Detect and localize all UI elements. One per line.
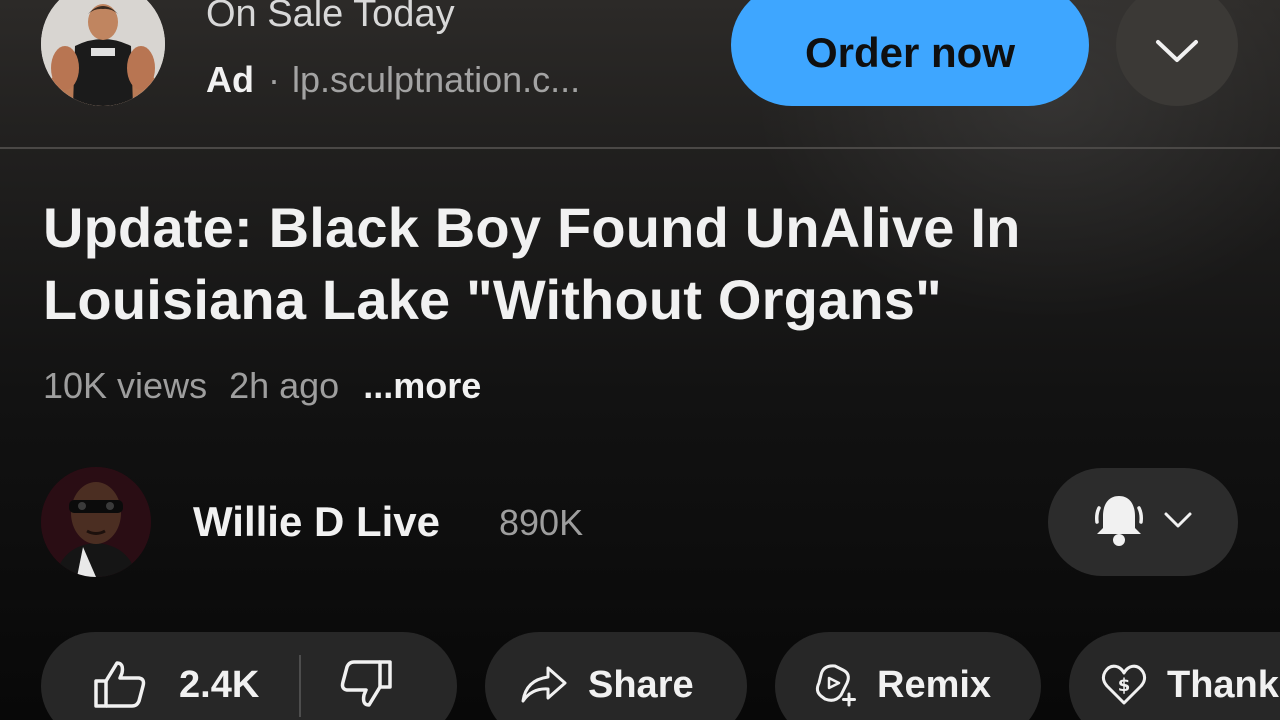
- bell-icon: [1093, 492, 1145, 553]
- share-button[interactable]: Share: [485, 632, 747, 720]
- heart-dollar-icon: $: [1101, 662, 1147, 711]
- dislike-button[interactable]: [339, 632, 393, 720]
- ad-meta: Ad · lp.sculptnation.c...: [206, 56, 580, 104]
- ad-advertiser-avatar[interactable]: [41, 0, 165, 106]
- order-now-label: Order now: [804, 29, 1016, 76]
- video-title[interactable]: Update: Black Boy Found UnAlive In Louis…: [43, 192, 1223, 336]
- view-count: 10K views: [43, 365, 208, 406]
- like-button[interactable]: 2.4K: [93, 632, 259, 720]
- share-label: Share: [588, 663, 694, 706]
- thanks-label: Thanks: [1167, 663, 1280, 706]
- order-now-button[interactable]: Order now: [731, 0, 1089, 106]
- ad-expand-button[interactable]: [1116, 0, 1238, 106]
- remix-label: Remix: [877, 663, 992, 706]
- more-link[interactable]: ...more: [363, 365, 481, 406]
- chevron-down-icon: [1163, 511, 1193, 534]
- ad-title: On Sale Today: [206, 0, 455, 35]
- ad-url[interactable]: lp.sculptnation.c...: [292, 59, 580, 100]
- notification-bell-button[interactable]: [1048, 468, 1238, 576]
- upload-age: 2h ago: [229, 365, 340, 406]
- channel-avatar[interactable]: [41, 467, 151, 577]
- channel-name[interactable]: Willie D Live: [193, 496, 440, 548]
- remix-button[interactable]: Remix: [775, 632, 1041, 720]
- thumbs-down-icon: [339, 659, 393, 714]
- share-arrow-icon: [520, 664, 568, 709]
- like-dislike-group: 2.4K: [41, 632, 457, 720]
- ad-label: Ad: [206, 59, 254, 100]
- like-divider: [299, 655, 302, 717]
- like-count: 2.4K: [179, 663, 260, 706]
- chevron-down-icon: [1154, 37, 1200, 70]
- ad-divider: [0, 147, 1280, 149]
- thanks-button[interactable]: $ Thanks: [1069, 632, 1280, 720]
- remix-icon: [813, 661, 859, 712]
- video-watch-screen: On Sale Today Ad · lp.sculptnation.c... Or…: [0, 0, 1280, 720]
- video-meta[interactable]: 10K views 2h ago ...more: [43, 362, 481, 410]
- thumbs-up-icon: [93, 659, 147, 714]
- svg-text:$: $: [1118, 675, 1131, 696]
- subscriber-count: 890K: [499, 502, 584, 543]
- ad-separator: ·: [268, 59, 280, 100]
